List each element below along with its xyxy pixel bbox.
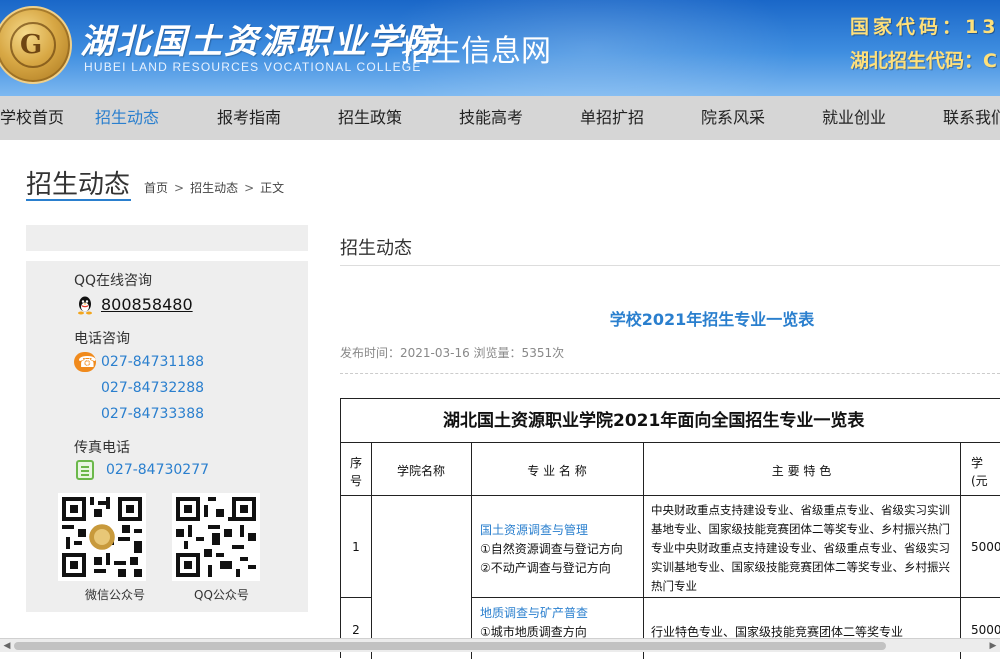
nav-item-admission-news[interactable]: 招生动态 [95, 96, 159, 140]
breadcrumb-separator: > [244, 181, 255, 195]
phone-number-3[interactable]: 027-84733388 [101, 406, 204, 422]
breadcrumb-home[interactable]: 首页 [144, 181, 168, 195]
wechat-qr-label: 微信公众号 [85, 588, 146, 602]
article-title: 学校2021年招生专业一览表 [609, 310, 815, 329]
section-divider [340, 265, 1000, 266]
horizontal-scrollbar[interactable]: ◀ ▶ [0, 638, 1000, 652]
qq-qr-code [172, 493, 260, 581]
header-tuition: 学 [971, 456, 984, 470]
row-divider [471, 597, 1000, 598]
phone-number-2[interactable]: 027-84732288 [101, 380, 204, 396]
phone-number-1[interactable]: 027-84731188 [101, 354, 204, 370]
row1-features: 中央财政重点支持建设专业、省级重点专业、省级实习实训基地专业、国家级技能竞赛团体… [651, 503, 950, 593]
nav-item-departments[interactable]: 院系风采 [701, 96, 765, 140]
fax-icon [76, 460, 94, 480]
logo-mark: G [20, 30, 43, 60]
row-divider [341, 597, 371, 598]
row1-direction-1: ①自然资源调查与登记方向 [480, 542, 623, 556]
sidebar-header-bar [26, 225, 308, 251]
college-logo-seal[interactable]: G [0, 6, 72, 84]
row1-index: 1 [352, 540, 360, 554]
national-code: 国家代码：13 [850, 16, 1000, 38]
row2-index: 2 [352, 623, 360, 637]
page-title: 招生动态 [26, 170, 131, 200]
header-index-2: 号 [349, 474, 362, 488]
breadcrumb-separator: > [174, 181, 185, 195]
nav-item-admission-policy[interactable]: 招生政策 [338, 96, 402, 140]
col-divider [960, 443, 961, 659]
hubei-admission-code: 湖北招生代码：C [850, 50, 997, 72]
main-nav: 学校首页 招生动态 报考指南 招生政策 技能高考 单招扩招 院系风采 就业创业 … [0, 96, 1000, 140]
nav-item-contact[interactable]: 联系我们 [943, 96, 1000, 140]
wechat-qr-code [58, 493, 146, 581]
nav-item-home[interactable]: 学校首页 [0, 96, 64, 140]
phone-icon [74, 352, 97, 372]
row1-direction-2: ②不动产调查与登记方向 [480, 561, 611, 575]
nav-item-employment[interactable]: 就业创业 [822, 96, 886, 140]
fax-label: 传真电话 [74, 440, 130, 456]
qq-penguin-icon [78, 296, 92, 315]
table-caption: 湖北国土资源职业学院2021年面向全国招生专业一览表 [341, 399, 1000, 443]
nav-item-application-guide[interactable]: 报考指南 [217, 96, 281, 140]
header-major: 专 业 名 称 [527, 464, 587, 478]
college-name-en: HUBEI LAND RESOURCES VOCATIONAL COLLEGE [84, 60, 422, 74]
breadcrumb-admission-news[interactable]: 招生动态 [190, 181, 238, 195]
site-name: 招生信息网 [401, 34, 551, 69]
qr-code-wechat-graphic [58, 493, 146, 581]
qq-number-link[interactable]: 800858480 [101, 295, 193, 314]
breadcrumb: 首页 > 招生动态 > 正文 [144, 179, 284, 196]
phone-consult-label: 电话咨询 [74, 331, 130, 347]
row1-major-link[interactable]: 国土资源调查与管理 [480, 521, 588, 538]
qq-qr-label: QQ公众号 [194, 588, 249, 602]
row2-major-link[interactable]: 地质调查与矿产普查 [480, 604, 588, 621]
row1-tuition: 5000 [971, 540, 1000, 554]
qq-consult-label: QQ在线咨询 [74, 273, 153, 289]
nav-item-single-enrollment[interactable]: 单招扩招 [580, 96, 644, 140]
section-title: 招生动态 [340, 238, 412, 259]
site-header: G 湖北国土资源职业学院 HUBEI LAND RESOURCES VOCATI… [0, 0, 1000, 96]
row-divider [341, 495, 1000, 496]
meta-divider [340, 373, 1000, 374]
scroll-left-arrow-icon[interactable]: ◀ [0, 639, 14, 653]
fax-number: 027-84730277 [106, 462, 210, 478]
page-title-underline [26, 199, 131, 201]
article-meta: 发布时间：2021-03-16 浏览量：5351次 [340, 346, 565, 360]
row2-tuition: 5000 [971, 623, 1000, 637]
header-index: 序 [349, 456, 362, 470]
header-tuition-2: (元 [971, 474, 988, 488]
table-frame: 湖北国土资源职业学院2021年面向全国招生专业一览表 序 号 学院名称 专 业 … [340, 398, 1000, 659]
header-features: 主 要 特 色 [771, 464, 832, 478]
scroll-right-arrow-icon[interactable]: ▶ [986, 639, 1000, 653]
header-college: 学院名称 [396, 464, 445, 478]
breadcrumb-current: 正文 [260, 181, 285, 195]
nav-item-skills-exam[interactable]: 技能高考 [459, 96, 523, 140]
scrollbar-thumb[interactable] [14, 642, 886, 650]
college-name-cn: 湖北国土资源职业学院 [80, 22, 440, 62]
qr-code-qq-graphic [172, 493, 260, 581]
